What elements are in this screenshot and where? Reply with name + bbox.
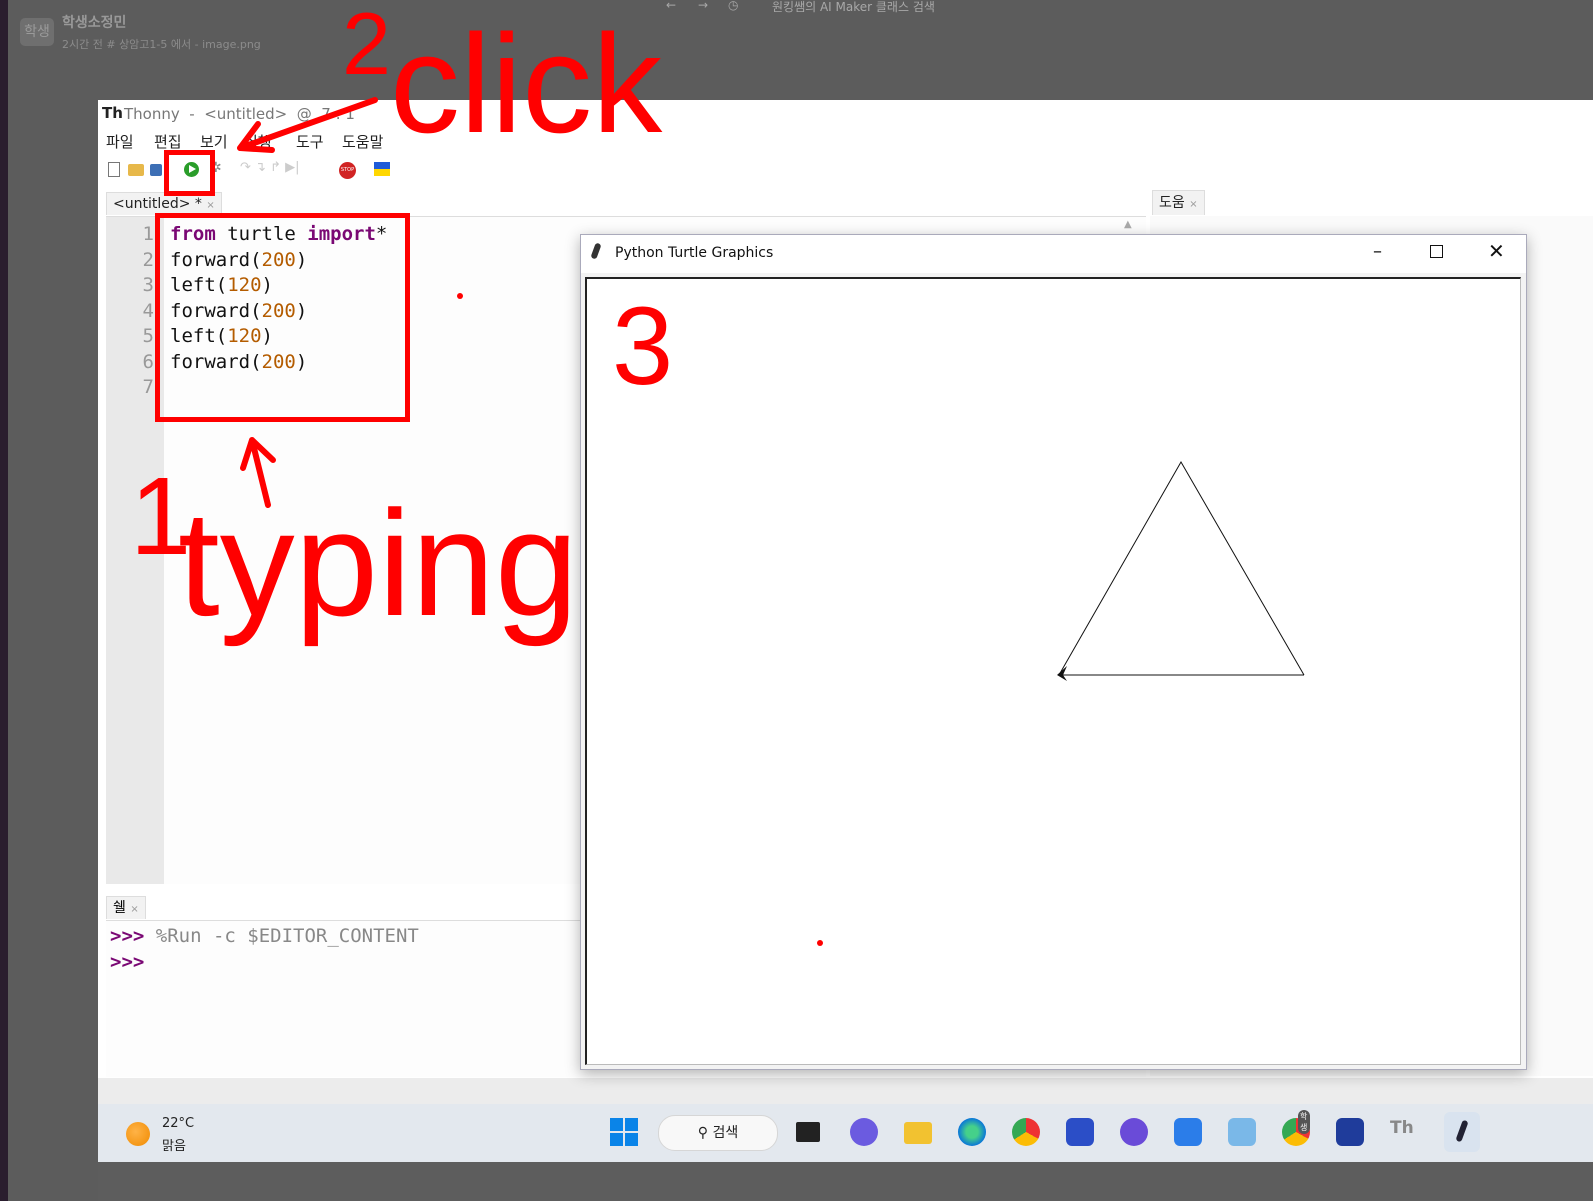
typing-arrow — [240, 437, 276, 508]
red-dot — [817, 940, 823, 946]
annotation-arrows — [237, 97, 823, 946]
click-arrow — [237, 97, 378, 153]
red-dot — [457, 293, 463, 299]
